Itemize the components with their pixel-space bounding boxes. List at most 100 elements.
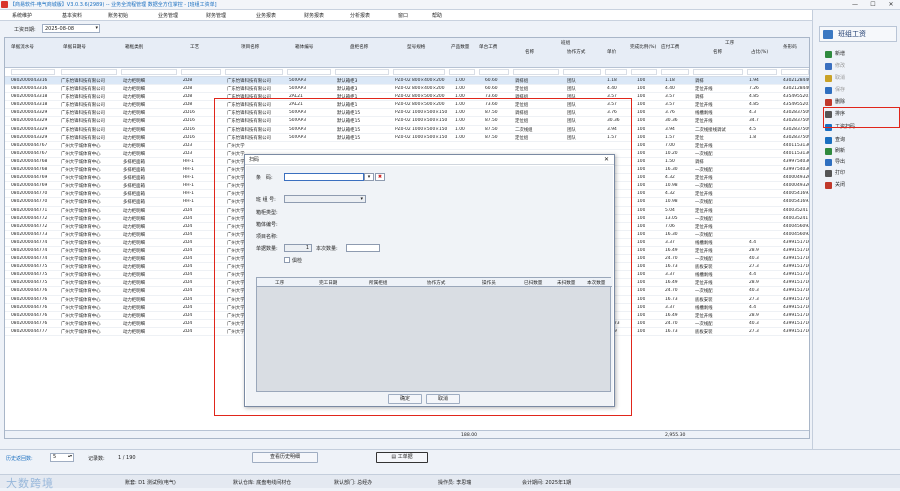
filter-cell[interactable] [449, 69, 475, 75]
filter-cell[interactable] [781, 69, 809, 75]
table-cell: 定位开线 [695, 224, 713, 230]
table-cell: 28.9 [749, 247, 759, 253]
dialog-title: 扫码 [249, 157, 260, 163]
stepper-icon[interactable]: ▴▾ [68, 453, 72, 458]
cancel-button[interactable]: 取消 [426, 394, 460, 404]
filter-cell[interactable] [661, 69, 689, 75]
menu-analysis[interactable]: 分析报表 [350, 12, 370, 19]
delete-button[interactable]: 删除 [825, 98, 893, 107]
filter-cell[interactable] [631, 69, 657, 75]
table-row[interactable]: 0802000043316 广东怡锋科技有限公司 动力柜明细 ZD8 广东怡锋科技有限公… [5, 77, 810, 86]
export-button[interactable]: 导出 [825, 158, 893, 167]
col-team-name[interactable]: 名称 [525, 49, 534, 55]
table-cell: 广东怡锋科技有限公司 [61, 103, 105, 109]
this-qty-input[interactable] [346, 244, 380, 252]
menu-system[interactable]: 系统维护 [12, 12, 32, 19]
clear-icon[interactable]: ✖ [375, 173, 385, 181]
col-process[interactable]: 工艺 [190, 44, 199, 50]
barcode-dropdown-icon[interactable]: ▾ [364, 173, 374, 181]
filter-cell[interactable] [287, 69, 331, 75]
minimize-button[interactable]: — [846, 0, 864, 10]
menu-init[interactable]: 账务初始 [108, 12, 128, 19]
date-label: 工资日期: [14, 27, 36, 33]
close-window-button[interactable]: ✕ [882, 0, 900, 10]
table-cell: 0802000044767 [11, 150, 48, 156]
table-cell: 34.7 [749, 118, 759, 124]
print-bill-button[interactable]: ▤ 工单据 [376, 452, 428, 463]
col-project[interactable]: 项目名称 [241, 44, 259, 50]
menu-basic[interactable]: 基本资料 [62, 12, 82, 19]
table-row[interactable]: 0802000043316 广东怡锋科技有限公司 动力柜明细 ZD8 广东怡锋科技有限公… [5, 85, 809, 94]
table-cell: 13.05 [665, 215, 678, 221]
maximize-button[interactable]: ☐ [864, 0, 882, 10]
col-box-no[interactable]: 箱体编号 [295, 44, 313, 50]
col-qty[interactable]: 产品数量 [451, 44, 469, 50]
filter-cell[interactable] [181, 69, 221, 75]
ok-button[interactable]: 确定 [388, 394, 422, 404]
col-bill[interactable]: 单据日期号 [63, 44, 86, 50]
filter-cell[interactable] [225, 69, 283, 75]
table-cell: 4302128440 [783, 78, 810, 83]
filter-cell[interactable] [563, 69, 601, 75]
table-cell: 100 [637, 312, 646, 318]
query-button[interactable]: 查询 [825, 136, 893, 145]
close-button[interactable]: 关闭 [825, 181, 893, 190]
col-step-ratio[interactable]: 占比(%) [751, 49, 768, 55]
calendar-icon[interactable]: ▾ [95, 25, 98, 31]
menu-finance[interactable]: 财务管理 [206, 12, 226, 19]
col-team-price[interactable]: 单价 [607, 49, 616, 55]
table-cell: 10.20 [665, 150, 678, 156]
edit-button[interactable]: 修改 [825, 62, 893, 71]
col-payable[interactable]: 应付工费 [661, 44, 679, 50]
filter-cell[interactable] [335, 69, 389, 75]
table-cell: 50XAP3 [289, 78, 307, 83]
history-stepper[interactable]: 5 ▴▾ [50, 453, 74, 462]
cancel-button[interactable]: 取消 [825, 74, 893, 83]
menu-help[interactable]: 帮助 [432, 12, 442, 19]
filter-cell[interactable] [479, 69, 509, 75]
col-barcode[interactable]: 条形码 [783, 44, 797, 50]
menu-business[interactable]: 业务管理 [158, 12, 178, 19]
table-cell: 广州大学城体育中心 [61, 329, 101, 335]
col-unit-fee[interactable]: 单台工费 [479, 44, 497, 50]
table-cell: 底板安装 [695, 329, 713, 335]
col-box-type[interactable]: 箱框类别 [125, 44, 143, 50]
filter-cell[interactable] [61, 69, 117, 75]
table-cell: 0802000043329 [11, 126, 48, 132]
team-select[interactable]: ▾ [284, 195, 366, 203]
dialog-close-icon[interactable]: ✕ [604, 155, 609, 165]
menu-biz-report[interactable]: 业务报表 [256, 12, 276, 19]
filter-cell[interactable] [393, 69, 445, 75]
table-cell: 0802000043318 [11, 94, 48, 100]
filter-cell[interactable] [605, 69, 627, 75]
filter-cell[interactable] [11, 69, 55, 75]
table-cell: 16.30 [665, 231, 678, 237]
menu-fin-report[interactable]: 财务报表 [304, 12, 324, 19]
table-cell: 4400352417 [783, 207, 810, 213]
menu-window[interactable]: 窗口 [398, 12, 408, 19]
print-button[interactable]: 打印 [825, 169, 893, 178]
check-checkbox[interactable] [284, 257, 290, 263]
col-team-coop[interactable]: 协作方式 [567, 49, 585, 55]
table-cell: 100 [637, 304, 646, 310]
table-cell: 7.00 [665, 142, 675, 148]
table-cell: 100 [637, 134, 646, 140]
col-step-name[interactable]: 名称 [713, 49, 722, 55]
filter-cell[interactable] [693, 69, 743, 75]
add-button[interactable]: 新增 [825, 50, 893, 59]
scan-table: 工序 完工日期 所属柜组 协作方式 操作员 已扫数量 未扫数量 本次数量 [256, 277, 612, 392]
table-cell: 4399151716 [783, 304, 810, 310]
date-field[interactable]: 2025-08-08 ▾ [42, 24, 100, 33]
filter-cell[interactable] [121, 69, 177, 75]
col-serial[interactable]: 单据流水号 [11, 44, 34, 50]
col-model[interactable]: 型号规格 [407, 44, 425, 50]
barcode-input[interactable] [284, 173, 364, 181]
save-button[interactable]: 保存 [825, 86, 893, 95]
col-ratio[interactable]: 完成比例(%) [630, 44, 656, 50]
filter-cell[interactable] [513, 69, 559, 75]
col-cabinet[interactable]: 盘柜名称 [350, 44, 368, 50]
table-cell: 4400049326 [783, 175, 810, 181]
refresh-button[interactable]: 刷新 [825, 147, 893, 156]
filter-cell[interactable] [747, 69, 777, 75]
history-detail-button[interactable]: 查看历史明细 [252, 452, 318, 463]
